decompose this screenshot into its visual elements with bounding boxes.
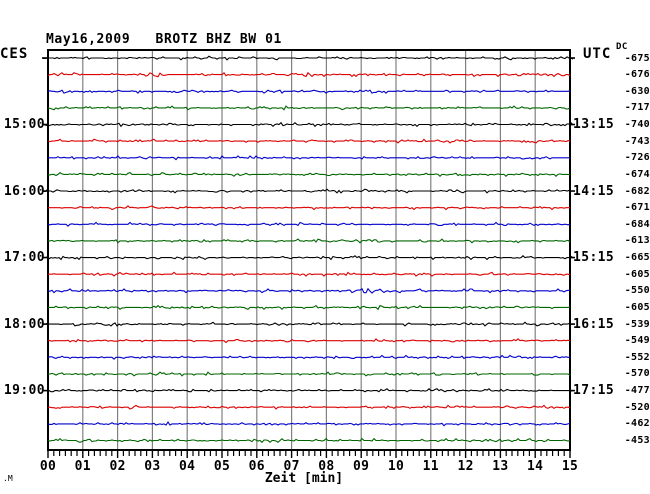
x-tick-label-12: 12 — [457, 459, 474, 474]
dc-value-row-23: -453 — [624, 434, 650, 446]
dc-value-row-18: -552 — [624, 351, 650, 363]
left-time-label-19:00: 19:00 — [3, 383, 45, 399]
dc-value-row-20: -477 — [624, 385, 650, 397]
seismogram-trace-row-7 — [48, 171, 571, 177]
seismogram-trace-row-19 — [48, 371, 571, 377]
seismogram-trace-row-12 — [43, 255, 574, 261]
dc-value-row-19: -570 — [624, 368, 650, 380]
dc-value-row-2: -630 — [624, 85, 650, 97]
dc-value-row-9: -671 — [624, 202, 650, 214]
x-tick-label-15: 15 — [561, 459, 579, 474]
seismogram-trace-row-21 — [48, 404, 571, 410]
x-tick-label-11: 11 — [422, 459, 439, 474]
x-tick-label-02: 02 — [109, 459, 126, 474]
x-tick-label-10: 10 — [387, 459, 405, 474]
dc-value-row-14: -550 — [624, 285, 650, 297]
dc-value-row-3: -717 — [624, 102, 650, 114]
dc-value-row-10: -684 — [624, 218, 650, 230]
x-tick-label-09: 09 — [353, 459, 370, 474]
dc-value-row-8: -682 — [624, 185, 650, 197]
corner-watermark: .M — [3, 474, 13, 483]
dc-value-row-12: -665 — [624, 252, 650, 264]
x-tick-label-03: 03 — [144, 459, 161, 474]
x-tick-label-14: 14 — [527, 459, 544, 474]
seismogram-trace-row-22 — [47, 421, 571, 427]
x-tick-label-07: 07 — [283, 459, 300, 474]
x-tick-label-00: 00 — [39, 459, 57, 474]
seismogram-trace-row-17 — [47, 338, 571, 344]
dc-value-row-21: -520 — [624, 401, 650, 413]
seismogram-trace-row-18 — [47, 354, 570, 360]
seismogram-trace-row-15 — [48, 304, 571, 311]
dc-value-row-1: -676 — [624, 69, 650, 81]
right-time-label-17:15: 17:15 — [573, 383, 615, 399]
seismogram-trace-row-10 — [47, 221, 571, 227]
seismogram-trace-row-20 — [43, 388, 574, 393]
dc-value-row-13: -605 — [624, 268, 650, 280]
left-time-label-18:00: 18:00 — [3, 316, 45, 332]
seismogram-trace-row-8 — [42, 188, 573, 194]
seismogram-trace-row-14 — [47, 287, 570, 294]
seismogram-trace-row-1 — [47, 71, 571, 78]
x-tick-label-06: 06 — [248, 459, 265, 474]
seismogram-trace-row-6 — [48, 155, 570, 161]
x-tick-label-01: 01 — [74, 459, 91, 474]
right-time-label-15:15: 15:15 — [573, 250, 615, 266]
seismogram-trace-row-23 — [47, 437, 571, 444]
left-timezone-label: CES — [0, 46, 29, 62]
seismogram-trace-row-4 — [42, 121, 574, 128]
seismogram-trace-row-16 — [43, 321, 573, 327]
left-time-label-16:00: 16:00 — [3, 183, 45, 199]
seismogram-trace-row-9 — [48, 205, 570, 211]
dc-value-row-4: -740 — [624, 119, 650, 131]
dc-value-row-15: -605 — [624, 301, 650, 313]
dc-value-row-6: -726 — [624, 152, 650, 164]
seismogram-trace-row-13 — [48, 271, 571, 277]
seismogram-trace-row-11 — [48, 238, 571, 244]
dc-value-row-7: -674 — [624, 168, 650, 180]
helicorder-screen: May16,2009 BROTZ BHZ BW 01 CES UTC DC Ze… — [0, 0, 650, 494]
plot-title: May16,2009 BROTZ BHZ BW 01 — [46, 32, 282, 47]
seismogram-trace-row-2 — [47, 89, 571, 94]
seismogram-trace-row-5 — [47, 138, 571, 144]
seismogram-plot — [42, 49, 575, 458]
seismogram-trace-row-0 — [43, 55, 574, 61]
dc-value-row-16: -539 — [624, 318, 650, 330]
left-time-label-17:00: 17:00 — [3, 250, 45, 266]
right-timezone-label: UTC — [583, 46, 612, 62]
right-time-label-13:15: 13:15 — [573, 117, 615, 133]
dc-value-row-22: -462 — [624, 418, 650, 430]
left-time-label-15:00: 15:00 — [3, 117, 45, 133]
right-time-label-16:15: 16:15 — [573, 316, 615, 332]
x-tick-label-08: 08 — [318, 459, 335, 474]
x-tick-label-04: 04 — [179, 459, 196, 474]
dc-value-row-5: -743 — [624, 135, 650, 147]
dc-value-row-0: -675 — [624, 52, 650, 64]
x-tick-label-13: 13 — [492, 459, 509, 474]
dc-value-row-11: -613 — [624, 235, 650, 247]
dc-offset-header: DC — [616, 42, 628, 52]
seismogram-trace-row-3 — [47, 105, 571, 111]
x-tick-label-05: 05 — [213, 459, 231, 474]
dc-value-row-17: -549 — [624, 335, 650, 347]
right-time-label-14:15: 14:15 — [573, 183, 615, 199]
